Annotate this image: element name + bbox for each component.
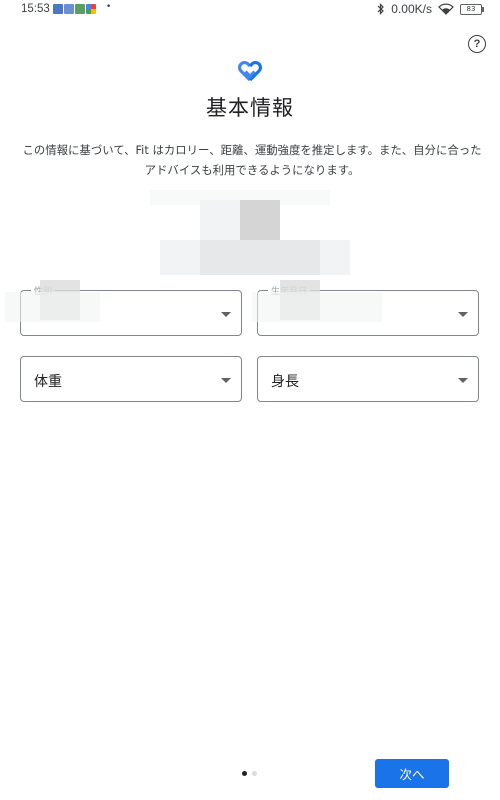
notification-icons: [53, 4, 96, 14]
page-dot-inactive: [252, 771, 257, 776]
page-dot-active: [242, 771, 247, 776]
weight-select[interactable]: 体重: [20, 356, 242, 402]
chevron-down-icon: [221, 312, 231, 317]
page-indicator: [242, 771, 257, 776]
height-label: 身長: [271, 374, 299, 390]
obscured-area: [252, 292, 382, 322]
pinwheel-icon: [86, 4, 96, 14]
status-bar: 15:53 • 0.00K/s 83: [0, 0, 500, 20]
wifi-icon: [438, 3, 454, 15]
notification-app-icon: [53, 4, 63, 14]
google-fit-heart-icon: [238, 60, 262, 82]
more-notifications-icon: •: [106, 2, 112, 12]
notification-app-icon: [64, 4, 74, 14]
page-title: 基本情報: [206, 96, 294, 120]
next-button[interactable]: 次へ: [375, 759, 449, 788]
status-right: 0.00K/s 83: [377, 2, 484, 16]
chevron-down-icon: [221, 378, 231, 383]
weight-label: 体重: [34, 374, 62, 390]
obscured-area: [5, 292, 100, 322]
notification-app-icon: [75, 4, 85, 14]
chevron-down-icon: [458, 378, 468, 383]
bluetooth-icon: [377, 3, 385, 15]
help-button[interactable]: ?: [468, 35, 486, 53]
status-time: 15:53: [21, 3, 50, 15]
battery-indicator: 83: [460, 3, 484, 15]
description-text: この情報に基づいて、Fit はカロリー、距離、運動強度を推定します。また、自分に…: [22, 143, 482, 177]
network-speed: 0.00K/s: [391, 2, 432, 16]
height-select[interactable]: 身長: [257, 356, 479, 402]
chevron-down-icon: [458, 312, 468, 317]
